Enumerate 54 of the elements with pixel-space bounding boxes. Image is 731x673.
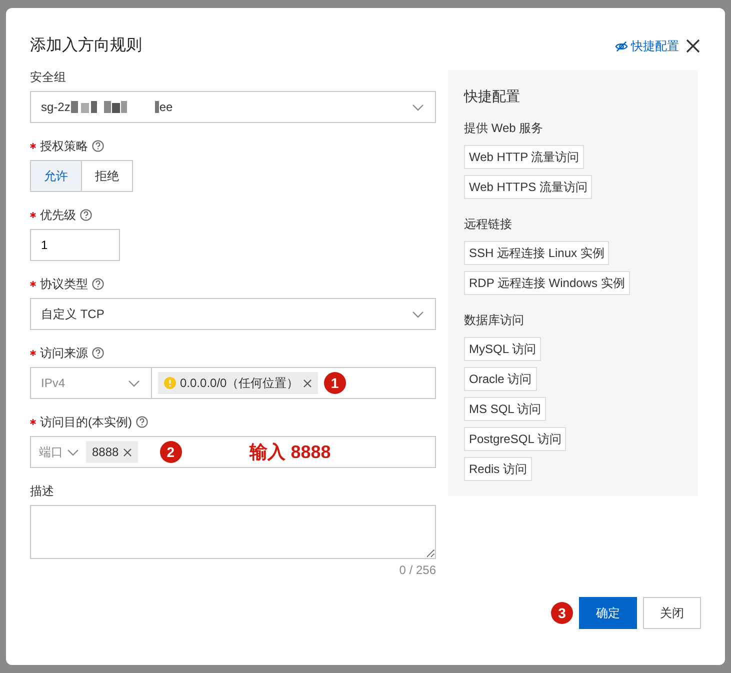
quick-config-button[interactable]: PostgreSQL 访问 xyxy=(464,427,566,451)
quick-config-button[interactable]: Oracle 访问 xyxy=(464,367,537,391)
quick-config-button[interactable]: MS SQL 访问 xyxy=(464,397,546,421)
field-label: 描述 xyxy=(30,484,54,498)
help-icon xyxy=(136,416,148,428)
remove-icon[interactable] xyxy=(302,378,312,388)
step-number: 1 xyxy=(324,372,346,394)
quick-config-button[interactable]: RDP 远程连接 Windows 实例 xyxy=(464,271,630,295)
quick-config-button[interactable]: Web HTTPS 流量访问 xyxy=(464,175,592,199)
group-heading: 数据库访问 xyxy=(464,312,525,329)
group-heading: 远程链接 xyxy=(464,216,513,233)
annotation-text: 输入 8888 xyxy=(250,440,331,464)
field-label: 安全组 xyxy=(30,70,66,84)
remove-icon[interactable] xyxy=(122,448,132,456)
priority-input[interactable]: 1 xyxy=(30,229,120,261)
ip-type-select[interactable]: IPv4 xyxy=(30,367,152,399)
help-icon xyxy=(92,140,104,152)
tag-text: 8888 xyxy=(92,444,119,461)
select-value: ee xyxy=(159,99,173,116)
panel-title: 快捷配置 xyxy=(464,87,521,106)
security-group-select[interactable]: sg-2z ee xyxy=(30,91,436,123)
field-label: 优先级 xyxy=(40,208,76,222)
confirm-button[interactable]: 确定 xyxy=(579,597,637,629)
field-label: 访问目的(本实例) xyxy=(40,415,132,429)
quick-config-button[interactable]: MySQL 访问 xyxy=(464,337,541,361)
step-number: 2 xyxy=(160,441,182,463)
quick-config-button[interactable]: SSH 远程连接 Linux 实例 xyxy=(464,241,610,265)
help-icon xyxy=(92,347,104,359)
close-icon[interactable] xyxy=(685,38,701,54)
character-counter: 0 / 256 xyxy=(399,562,436,579)
warning-icon xyxy=(164,377,176,389)
help-icon xyxy=(80,209,92,221)
source-input[interactable]: 0.0.0.0/0（任何位置） 1 xyxy=(152,367,436,399)
select-value: IPv4 xyxy=(41,375,66,392)
step-number: 3 xyxy=(551,602,573,624)
policy-option[interactable]: 允许 xyxy=(30,160,82,192)
quick-config-button[interactable]: Redis 访问 xyxy=(464,457,532,481)
quick-config-link[interactable]: 快捷配置 xyxy=(615,37,679,55)
quick-config-button[interactable]: Web HTTP 流量访问 xyxy=(464,145,584,169)
port-type-select[interactable]: 端口 xyxy=(39,443,80,461)
help-icon xyxy=(92,278,104,290)
tag-text: 0.0.0.0/0（任何位置） xyxy=(180,375,299,392)
group-heading: 提供 Web 服务 xyxy=(464,120,544,137)
eye-slash-icon xyxy=(615,40,628,52)
dialog-title: 添加入方向规则 xyxy=(30,36,142,56)
field-label: 授权策略 xyxy=(40,139,88,153)
protocol-select[interactable]: 自定义 TCP xyxy=(30,298,436,330)
destination-input[interactable]: 端口 8888 2 输入 8888 xyxy=(30,436,436,468)
policy-option[interactable]: 拒绝 xyxy=(82,160,133,192)
field-label: 访问来源 xyxy=(40,346,88,360)
select-value: sg-2z xyxy=(41,99,70,116)
select-value: 自定义 TCP xyxy=(41,306,104,323)
close-button[interactable]: 关闭 xyxy=(643,597,701,629)
field-label: 协议类型 xyxy=(40,277,88,291)
